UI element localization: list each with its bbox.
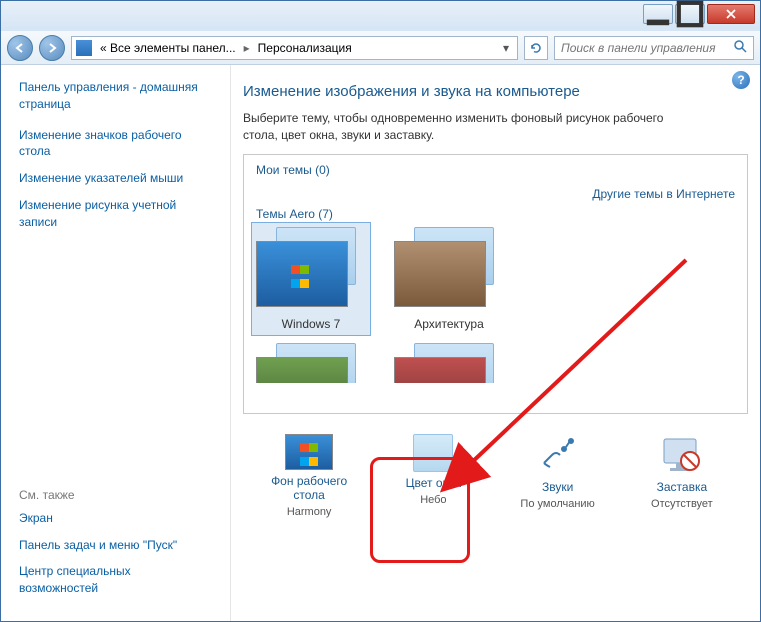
breadcrumb-sep: ▸ [244, 41, 250, 55]
minimize-button[interactable] [643, 4, 673, 24]
themes-row: Windows 7 Архитектура [256, 227, 735, 331]
window-buttons [643, 4, 755, 24]
sidebar-home-link[interactable]: Панель управления - домашняя страница [19, 79, 212, 113]
sounds-icon [534, 434, 582, 476]
main-panel: ? Изменение изображения и звука на компь… [231, 65, 760, 621]
theme-item[interactable] [256, 343, 366, 383]
breadcrumb-seg-2[interactable]: Персонализация [254, 41, 356, 55]
sounds-sub: По умолчанию [520, 498, 594, 510]
forward-button[interactable] [39, 35, 65, 61]
window-color-sub: Небо [420, 494, 446, 506]
see-also-label: См. также [19, 488, 212, 502]
theme-thumb [394, 227, 504, 313]
bottom-row: Фон рабочего стола Harmony Цвет окна Неб… [243, 434, 748, 518]
search-icon [733, 39, 747, 56]
theme-thumb [394, 343, 504, 383]
desktop-background-label: Фон рабочего стола [254, 474, 364, 502]
help-button[interactable]: ? [732, 71, 750, 89]
maximize-button[interactable] [675, 4, 705, 24]
sidebar-link-mouse-pointers[interactable]: Изменение указателей мыши [19, 170, 212, 187]
navbar: « Все элементы панел... ▸ Персонализация… [1, 31, 760, 65]
back-button[interactable] [7, 35, 33, 61]
search-box[interactable] [554, 36, 754, 60]
sounds-item[interactable]: Звуки По умолчанию [503, 434, 613, 510]
theme-label: Windows 7 [282, 317, 341, 331]
body: Панель управления - домашняя страница Из… [1, 65, 760, 621]
aero-themes-header: Темы Aero (7) [256, 207, 735, 221]
window-color-icon [413, 434, 453, 472]
titlebar [1, 1, 760, 31]
my-themes-header: Мои темы (0) [256, 163, 735, 177]
desktop-background-icon [285, 434, 333, 470]
screensaver-label: Заставка [657, 480, 708, 494]
theme-thumb [256, 227, 366, 313]
minimize-icon [644, 0, 672, 28]
theme-windows-7[interactable]: Windows 7 [252, 223, 370, 335]
screensaver-sub: Отсутствует [651, 498, 713, 510]
sounds-label: Звуки [542, 480, 573, 494]
online-themes-link[interactable]: Другие темы в Интернете [592, 187, 735, 201]
windows-logo-icon [291, 263, 313, 285]
window-color-item[interactable]: Цвет окна Небо [378, 434, 488, 506]
see-also-display[interactable]: Экран [19, 510, 212, 527]
search-input[interactable] [561, 41, 733, 55]
refresh-icon [529, 41, 543, 55]
refresh-button[interactable] [524, 36, 548, 60]
windows-logo-icon [300, 441, 318, 469]
address-dropdown[interactable]: ▾ [499, 41, 513, 55]
my-themes-label: Мои темы (0) [256, 163, 330, 177]
screensaver-item[interactable]: Заставка Отсутствует [627, 434, 737, 510]
sidebar-link-desktop-icons[interactable]: Изменение значков рабочего стола [19, 127, 212, 161]
sidebar-link-account-picture[interactable]: Изменение рисунка учетной записи [19, 197, 212, 231]
online-link-row: Другие темы в Интернете [256, 187, 735, 201]
close-icon [726, 9, 736, 19]
maximize-icon [676, 0, 704, 28]
aero-themes-label: Темы Aero (7) [256, 207, 333, 221]
breadcrumb-seg-1[interactable]: « Все элементы панел... [96, 41, 240, 55]
page-title: Изменение изображения и звука на компьют… [243, 83, 748, 100]
screensaver-icon [658, 434, 706, 476]
back-icon [14, 42, 26, 54]
page-subtitle: Выберите тему, чтобы одновременно измени… [243, 110, 683, 144]
theme-item[interactable] [394, 343, 504, 383]
control-panel-icon [76, 40, 92, 56]
close-button[interactable] [707, 4, 755, 24]
themes-container: Мои темы (0) Другие темы в Интернете Тем… [243, 154, 748, 414]
desktop-background-sub: Harmony [287, 506, 332, 518]
window-color-label: Цвет окна [406, 476, 461, 490]
address-bar[interactable]: « Все элементы панел... ▸ Персонализация… [71, 36, 518, 60]
see-also-taskbar[interactable]: Панель задач и меню "Пуск" [19, 537, 212, 554]
forward-icon [46, 42, 58, 54]
sidebar: Панель управления - домашняя страница Из… [1, 65, 231, 621]
theme-thumb [256, 343, 366, 383]
see-also-ease-of-access[interactable]: Центр специальных возможностей [19, 563, 212, 597]
theme-architecture[interactable]: Архитектура [394, 227, 504, 331]
desktop-background-item[interactable]: Фон рабочего стола Harmony [254, 434, 364, 518]
themes-row-partial [256, 343, 735, 383]
theme-label: Архитектура [414, 317, 484, 331]
window: « Все элементы панел... ▸ Персонализация… [0, 0, 761, 622]
